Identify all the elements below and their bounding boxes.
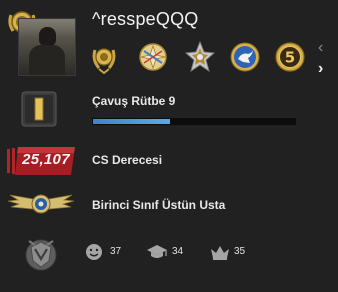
profile-avatar-frame[interactable]	[5, 5, 76, 76]
leader-count: 35	[234, 246, 246, 257]
cs-rating-label: CS Derecesi	[92, 153, 163, 167]
skill-group-label: Birinci Sınıf Üstün Usta	[92, 198, 226, 212]
teacher-count: 34	[172, 246, 184, 257]
teacher-cap-icon	[147, 245, 167, 258]
rank-label: Çavuş Rütbe 9	[92, 94, 176, 108]
service-medal-5-icon[interactable]: 5	[274, 41, 306, 73]
rank-progress-fill	[93, 119, 170, 124]
gold-laurel-medal-icon[interactable]	[90, 40, 118, 74]
friendly-smiley-icon	[86, 244, 102, 260]
rank-insignia-icon	[21, 91, 57, 127]
profile-username[interactable]: ^resspeQQQ	[92, 9, 198, 30]
avatar[interactable]	[18, 18, 76, 76]
leader-crown-icon	[211, 246, 229, 260]
silver-star-pin-icon[interactable]	[184, 40, 216, 74]
chevron-right-icon[interactable]: ›	[318, 61, 323, 77]
friendly-count: 37	[110, 246, 122, 257]
cs-rating-value: 25,107	[22, 151, 70, 168]
svg-text:5: 5	[285, 49, 295, 67]
service-shield-emblem-icon	[25, 239, 57, 271]
blue-bird-coin-icon[interactable]	[229, 41, 261, 73]
skill-group-wings-icon[interactable]	[6, 190, 76, 218]
compass-star-coin-icon[interactable]	[138, 41, 168, 73]
chevron-left-icon[interactable]: ‹	[318, 40, 323, 56]
